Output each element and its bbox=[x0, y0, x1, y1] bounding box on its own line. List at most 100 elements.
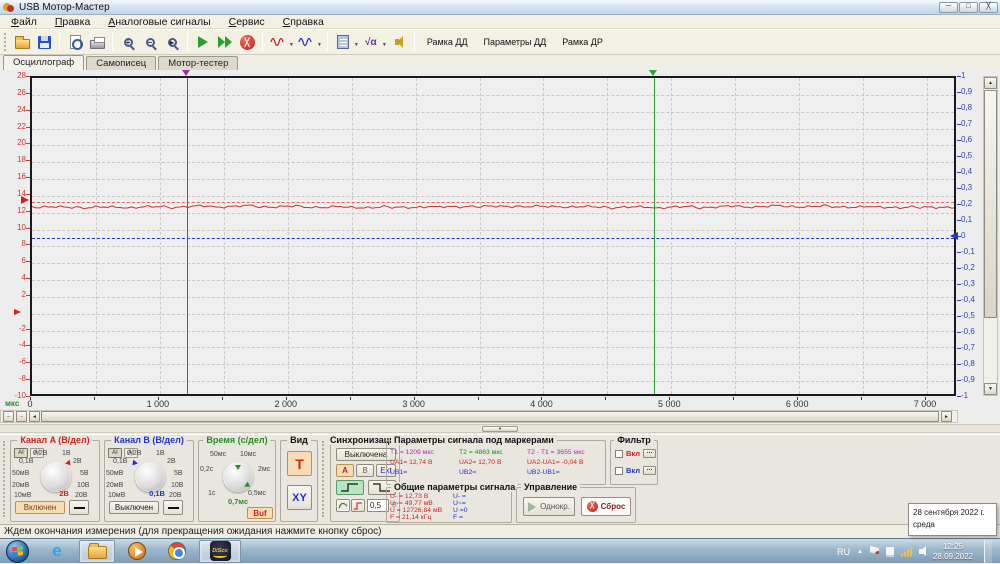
y-axis-right-tick bbox=[957, 284, 961, 285]
marker-t1-handle[interactable] bbox=[182, 70, 190, 76]
filter-a-more-button[interactable]: ... bbox=[643, 449, 656, 458]
taskbar-media-player-button[interactable] bbox=[119, 540, 155, 563]
taskbar-explorer-button[interactable] bbox=[79, 540, 115, 563]
collapse-b-button[interactable]: – bbox=[16, 411, 27, 422]
marker-t2-handle[interactable] bbox=[649, 70, 657, 76]
menu-file[interactable]: Файл bbox=[2, 15, 46, 29]
y-axis-right-tick bbox=[957, 140, 961, 141]
chevron-down-icon[interactable]: ▼ bbox=[317, 42, 322, 48]
signal-b-icon[interactable] bbox=[296, 32, 316, 52]
fast-forward-icon[interactable] bbox=[215, 32, 235, 52]
channel-a-range-knob[interactable] bbox=[41, 462, 71, 492]
horizontal-scroll-thumb[interactable] bbox=[41, 411, 939, 422]
frame-dd-button[interactable]: Рамка ДД bbox=[419, 34, 476, 50]
taskbar-clock[interactable]: 12:25 28.09.2022 bbox=[933, 542, 973, 562]
hidden-icons-button[interactable]: ▲ bbox=[857, 549, 863, 555]
action-center-icon[interactable] bbox=[870, 546, 879, 557]
sync-mode-1-button[interactable] bbox=[336, 499, 350, 512]
scroll-left-button[interactable]: ◄ bbox=[29, 411, 40, 422]
channel-b-power-button[interactable]: Выключен bbox=[109, 501, 159, 514]
chevron-down-icon[interactable]: ▼ bbox=[382, 42, 387, 48]
minimize-button[interactable] bbox=[939, 2, 958, 13]
show-desktop-button[interactable] bbox=[984, 539, 992, 564]
data-table-icon[interactable] bbox=[333, 32, 353, 52]
filter-b-more-button[interactable]: ... bbox=[643, 466, 656, 475]
zoom-out-icon[interactable]: − bbox=[140, 32, 160, 52]
single-shot-button[interactable]: Однокр. bbox=[523, 497, 575, 516]
close-button[interactable] bbox=[979, 2, 998, 13]
collapse-a-button[interactable]: – bbox=[3, 411, 14, 422]
print-preview-icon[interactable] bbox=[65, 32, 85, 52]
sound-icon[interactable] bbox=[389, 32, 409, 52]
tab-oscilloscope[interactable]: Осциллограф bbox=[3, 55, 84, 70]
vertical-scroll-thumb[interactable] bbox=[984, 90, 997, 318]
open-icon[interactable] bbox=[12, 32, 32, 52]
save-icon[interactable] bbox=[34, 32, 54, 52]
taskbar-disco-button[interactable]: DiSco bbox=[199, 540, 241, 563]
formula-icon[interactable]: √α bbox=[361, 32, 381, 52]
volume-icon[interactable] bbox=[919, 549, 923, 554]
splitter-collapse-button[interactable]: ▼ bbox=[482, 426, 518, 432]
network-icon[interactable] bbox=[901, 547, 912, 557]
tab-recorder[interactable]: Самописец bbox=[86, 56, 156, 70]
chevron-down-icon[interactable]: ▼ bbox=[289, 42, 294, 48]
filter-a-checkbox[interactable] bbox=[615, 450, 623, 458]
signal-a-icon[interactable] bbox=[268, 32, 288, 52]
sync-rising-edge-button[interactable] bbox=[336, 480, 364, 495]
panel-splitter[interactable]: ▼ bbox=[0, 424, 1000, 433]
filter-b-checkbox[interactable] bbox=[615, 467, 623, 475]
scroll-right-button[interactable]: ► bbox=[941, 411, 952, 422]
menu-edit[interactable]: Правка bbox=[46, 15, 99, 29]
start-button[interactable] bbox=[6, 540, 29, 563]
sync-mode-2-button[interactable] bbox=[351, 499, 365, 512]
notification-icon[interactable] bbox=[886, 547, 894, 557]
language-indicator[interactable]: RU bbox=[837, 547, 850, 557]
y-axis-right-tick bbox=[957, 92, 961, 93]
channel-a-power-button[interactable]: Включен bbox=[15, 501, 65, 514]
zoom-select-icon[interactable]: ▸ bbox=[162, 32, 182, 52]
marker-ub2-value: UВ2= bbox=[459, 469, 476, 476]
channel-a-coupling-1-button[interactable]: AI bbox=[14, 448, 28, 458]
internet-explorer-icon: e bbox=[52, 541, 61, 561]
channel-b-line-style-button[interactable] bbox=[163, 500, 183, 515]
menu-help[interactable]: Справка bbox=[274, 15, 333, 29]
tab-motor-tester[interactable]: Мотор-тестер bbox=[158, 56, 238, 70]
toolbar-separator bbox=[327, 33, 328, 51]
chevron-down-icon[interactable]: ▼ bbox=[354, 42, 359, 48]
y-axis-left-label: -8 bbox=[2, 374, 26, 383]
x-axis-label: 4 000 bbox=[519, 399, 563, 409]
buffer-button[interactable]: Buf bbox=[247, 507, 273, 519]
channel-a-line-style-button[interactable] bbox=[69, 500, 89, 515]
taskbar-chrome-button[interactable] bbox=[159, 540, 195, 563]
channel-b-zero-marker[interactable] bbox=[950, 232, 958, 240]
sync-source-b-button[interactable]: B bbox=[356, 464, 374, 477]
y-axis-right-tick bbox=[957, 268, 961, 269]
reset-button[interactable]: Сброс bbox=[581, 497, 631, 516]
view-t-button[interactable]: T bbox=[287, 451, 312, 476]
y-axis-right-tick bbox=[957, 332, 961, 333]
params-dd-button[interactable]: Параметры ДД bbox=[476, 34, 555, 50]
scroll-up-button[interactable]: ▲ bbox=[984, 77, 997, 89]
menu-analog-signals[interactable]: Аналоговые сигналы bbox=[99, 15, 219, 29]
channel-b-coupling-1-button[interactable]: AI bbox=[108, 448, 122, 458]
zoom-in-icon[interactable]: + bbox=[118, 32, 138, 52]
maximize-button[interactable] bbox=[959, 2, 978, 13]
window-title: USB Мотор-Мастер bbox=[19, 2, 110, 13]
y-axis-right-label: 0,2 bbox=[961, 199, 983, 208]
channel-a-zero-marker[interactable] bbox=[14, 309, 21, 315]
menu-service[interactable]: Сервис bbox=[220, 15, 274, 29]
play-icon[interactable] bbox=[193, 32, 213, 52]
sync-source-a-button[interactable]: A bbox=[336, 464, 354, 477]
frame-dr-button[interactable]: Рамка ДР bbox=[554, 34, 611, 50]
vertical-scrollbar[interactable]: ▲ ▼ bbox=[983, 76, 998, 396]
horizontal-scrollbar[interactable]: – – ◄ ► bbox=[0, 410, 958, 423]
taskbar-ie-button[interactable]: e bbox=[39, 540, 75, 563]
stop-icon[interactable] bbox=[237, 32, 257, 52]
channel-a-position-marker[interactable] bbox=[21, 196, 29, 204]
print-icon[interactable] bbox=[87, 32, 107, 52]
scroll-down-button[interactable]: ▼ bbox=[984, 383, 997, 395]
view-xy-button[interactable]: XY bbox=[287, 485, 312, 510]
knob-scale-label: 20В bbox=[75, 492, 87, 499]
channel-b-range-knob[interactable] bbox=[135, 462, 165, 492]
plot-canvas[interactable] bbox=[30, 76, 956, 396]
